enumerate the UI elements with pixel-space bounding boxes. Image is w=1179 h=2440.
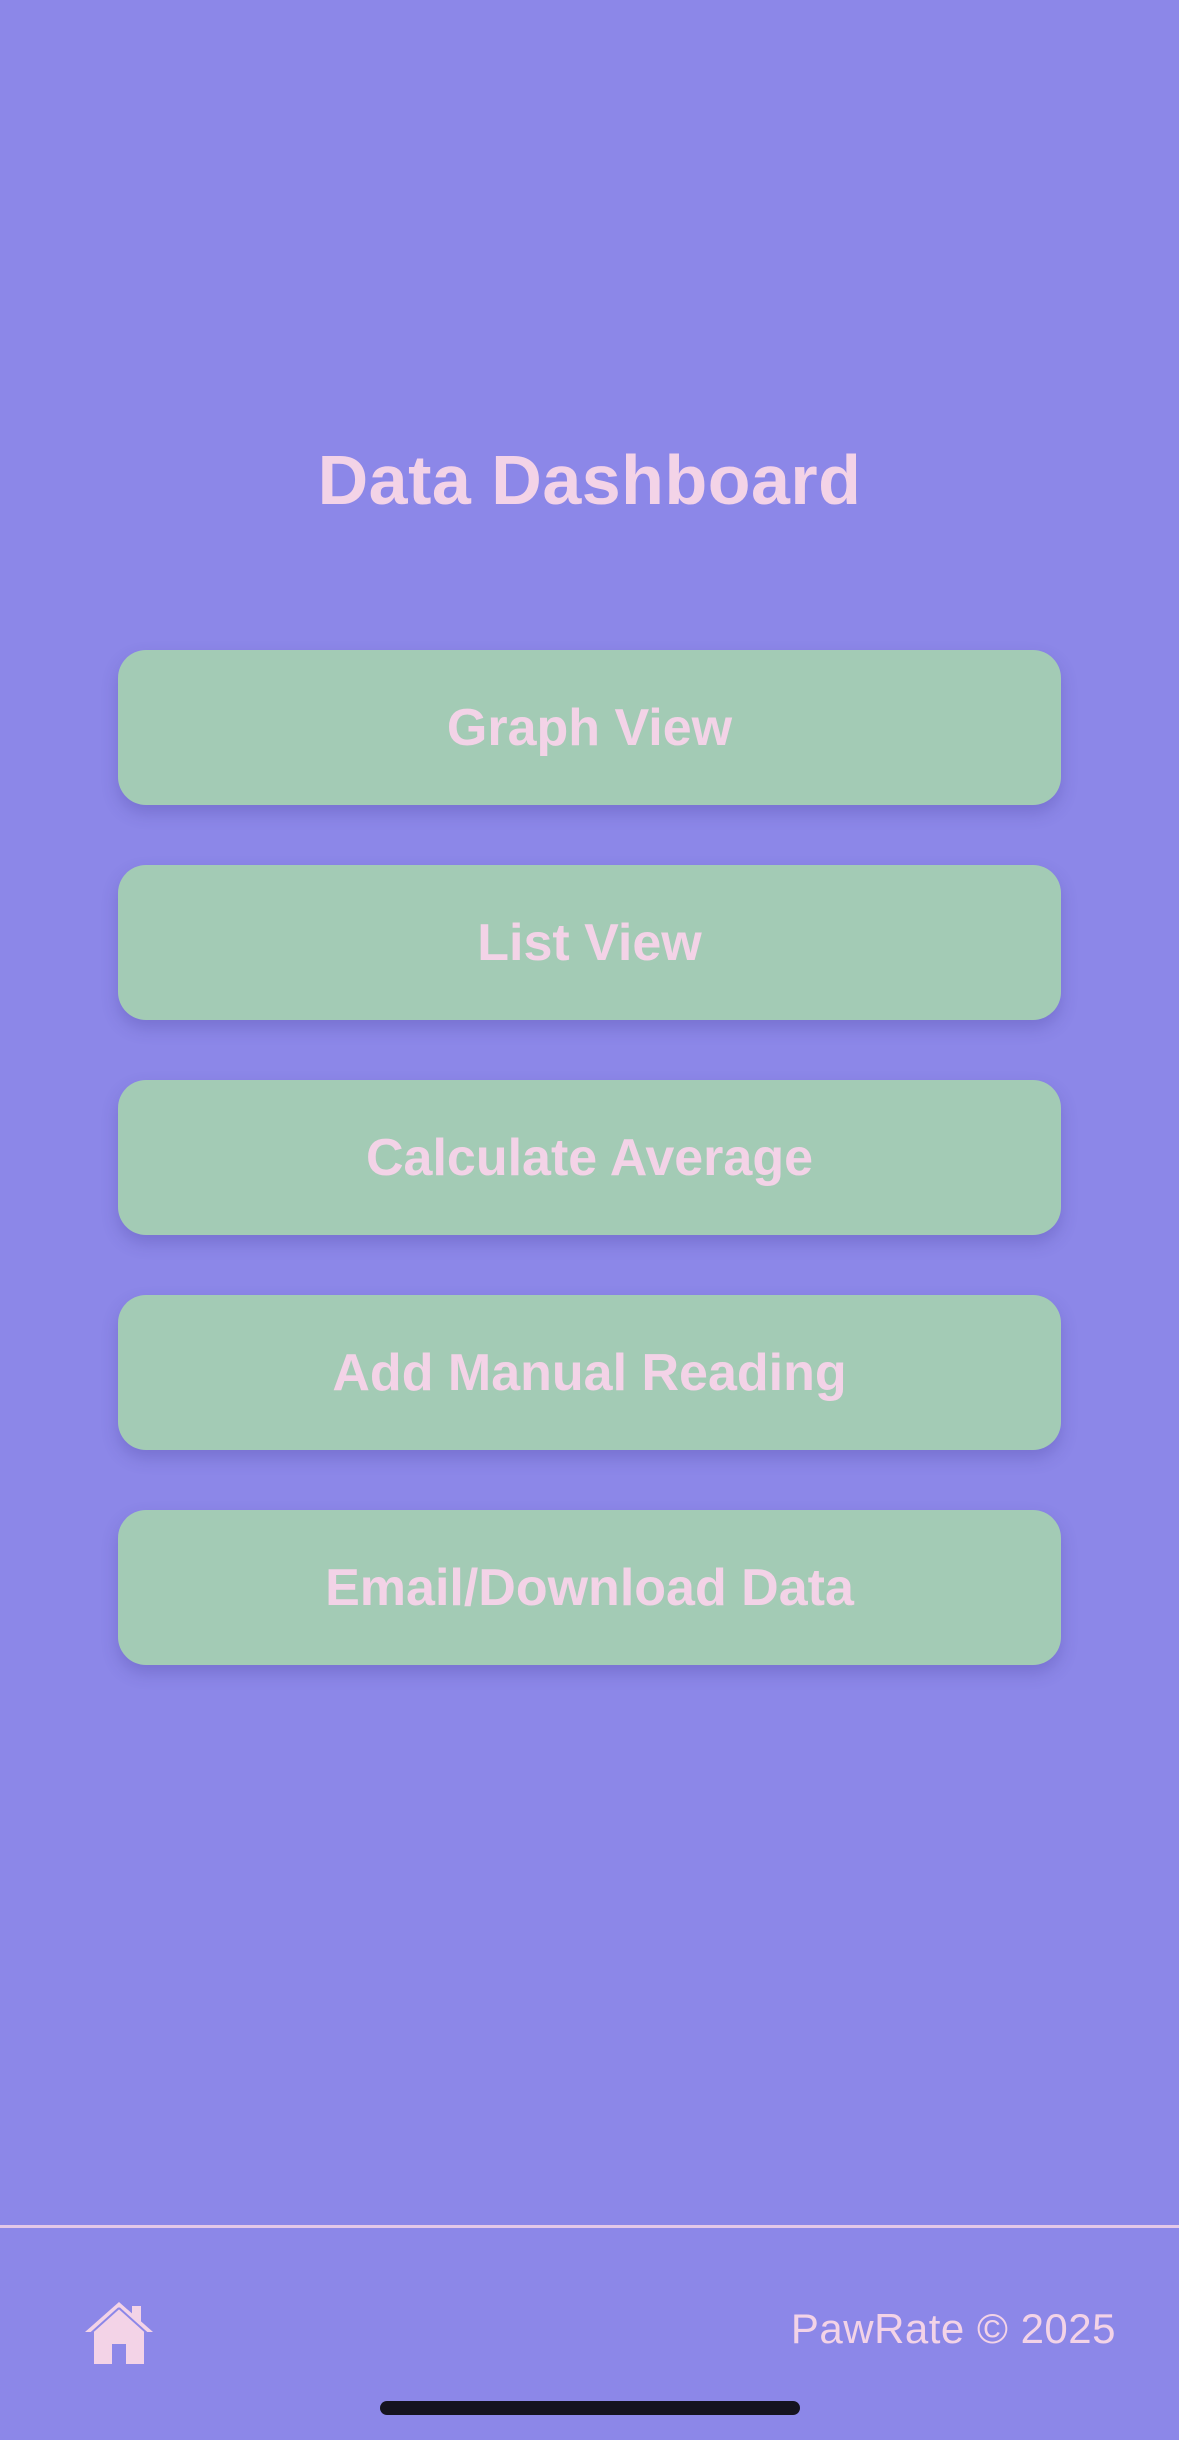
home-icon	[85, 2302, 153, 2364]
footer-divider	[0, 2225, 1179, 2228]
list-view-button[interactable]: List View	[118, 865, 1061, 1020]
add-manual-reading-button[interactable]: Add Manual Reading	[118, 1295, 1061, 1450]
graph-view-button[interactable]: Graph View	[118, 650, 1061, 805]
dashboard-menu: Graph View List View Calculate Average A…	[118, 650, 1061, 1725]
home-button[interactable]	[82, 2298, 156, 2368]
dashboard-screen: Data Dashboard Graph View List View Calc…	[0, 0, 1179, 2440]
email-download-data-button[interactable]: Email/Download Data	[118, 1510, 1061, 1665]
calculate-average-button[interactable]: Calculate Average	[118, 1080, 1061, 1235]
home-indicator	[380, 2401, 800, 2415]
page-title: Data Dashboard	[317, 441, 862, 519]
copyright-text: PawRate © 2025	[790, 2305, 1116, 2352]
